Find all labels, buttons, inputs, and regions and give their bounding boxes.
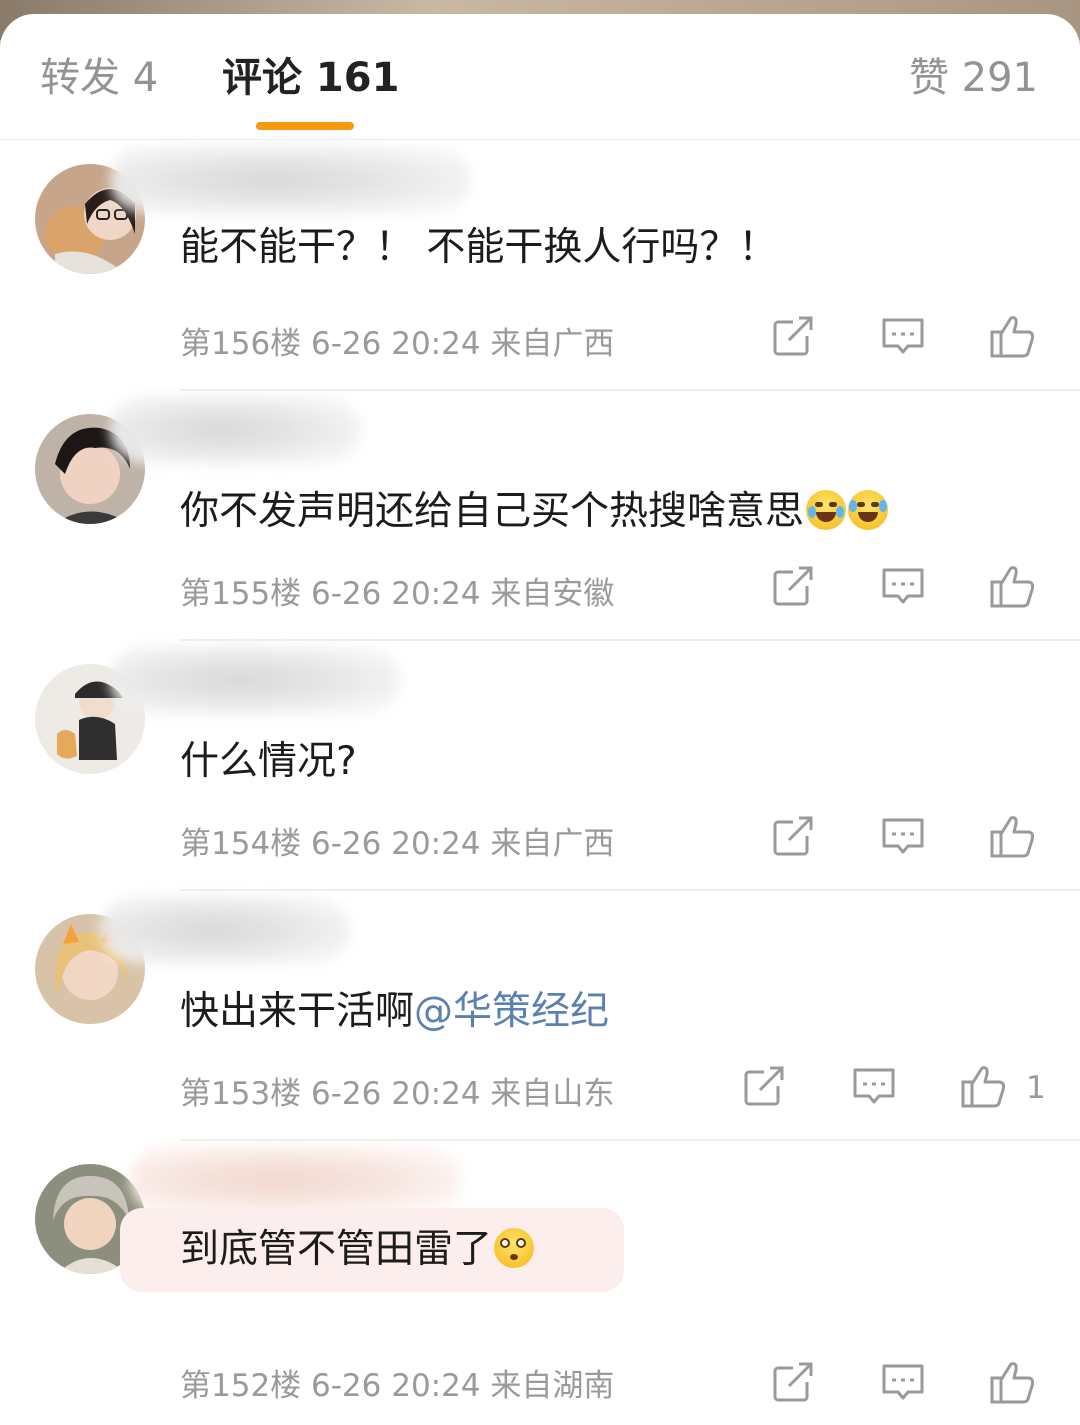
comment-item: 什么情况? 第154楼 6-26 20:24 来自广西 (0, 640, 1080, 891)
comment-meta: 第155楼 6-26 20:24 来自安徽 (180, 576, 615, 612)
tab-repost[interactable]: 转发 4 (40, 54, 158, 102)
comment-meta: 第156楼 6-26 20:24 来自广西 (180, 326, 615, 362)
reply-icon[interactable] (848, 1060, 900, 1112)
like-icon[interactable] (987, 310, 1039, 362)
share-icon[interactable] (738, 1060, 790, 1112)
username-blurred[interactable] (100, 896, 350, 964)
comment-text: 你不发声明还给自己买个热搜啥意思 (180, 488, 889, 536)
tab-comment[interactable]: 评论 161 (222, 54, 399, 102)
active-tab-indicator (256, 122, 354, 130)
like-icon[interactable] (987, 1356, 1039, 1408)
comment-meta: 第154楼 6-26 20:24 来自广西 (180, 826, 615, 862)
reply-icon[interactable] (877, 560, 929, 612)
avatar[interactable] (35, 1164, 145, 1274)
comment-meta: 第152楼 6-26 20:24 来自湖南 (180, 1368, 615, 1404)
tab-like[interactable]: 赞 291 (909, 54, 1038, 102)
crying-laughing-emoji (806, 490, 847, 530)
username-blurred[interactable] (130, 1146, 460, 1214)
comment-item: 能不能干？！ 不能干换人行吗？！ 第156楼 6-26 20:24 来自广西 (0, 140, 1080, 391)
comment-text-body: 到底管不管田雷了 (180, 1227, 493, 1272)
comment-text: 什么情况? (180, 739, 357, 784)
share-icon[interactable] (767, 560, 819, 612)
comment-text-body: 快出来干活啊 (180, 989, 415, 1034)
eye-roll-emoji (494, 1228, 535, 1268)
share-icon[interactable] (767, 310, 819, 362)
comment-text: 到底管不管田雷了 (180, 1208, 625, 1292)
comments-sheet: 转发 4 评论 161 赞 291 能不能干？！ 不能干换人行吗？！ 第156楼… (0, 14, 1080, 1425)
like-icon[interactable] (987, 810, 1039, 862)
comment-text: 快出来干活啊@华策经纪 (180, 988, 609, 1036)
comment-item: 你不发声明还给自己买个热搜啥意思 第155楼 6-26 20:24 来自安徽 (0, 390, 1080, 641)
like-icon[interactable] (958, 1060, 1010, 1112)
username-blurred[interactable] (110, 396, 360, 464)
comment-text-body: 你不发声明还给自己买个热搜啥意思 (180, 489, 805, 534)
comment-item: 快出来干活啊@华策经纪 第153楼 6-26 20:24 来自山东 1 (0, 890, 1080, 1141)
comment-item: 到底管不管田雷了 第152楼 6-26 20:24 来自湖南 (0, 1140, 1080, 1404)
reply-icon[interactable] (877, 1356, 929, 1408)
like-count: 1 (1026, 1070, 1046, 1106)
laughing-emoji (848, 490, 889, 530)
share-icon[interactable] (767, 810, 819, 862)
username-blurred[interactable] (110, 646, 400, 714)
comment-text: 能不能干？！ 不能干换人行吗？！ (180, 225, 778, 270)
reply-icon[interactable] (877, 310, 929, 362)
reply-icon[interactable] (877, 810, 929, 862)
share-icon[interactable] (767, 1356, 819, 1408)
mention-link[interactable]: @华策经纪 (414, 989, 609, 1034)
comment-meta: 第153楼 6-26 20:24 来自山东 (180, 1076, 615, 1112)
like-icon[interactable] (987, 560, 1039, 612)
tab-bar: 转发 4 评论 161 赞 291 (0, 14, 1080, 140)
username-blurred[interactable] (110, 146, 470, 214)
